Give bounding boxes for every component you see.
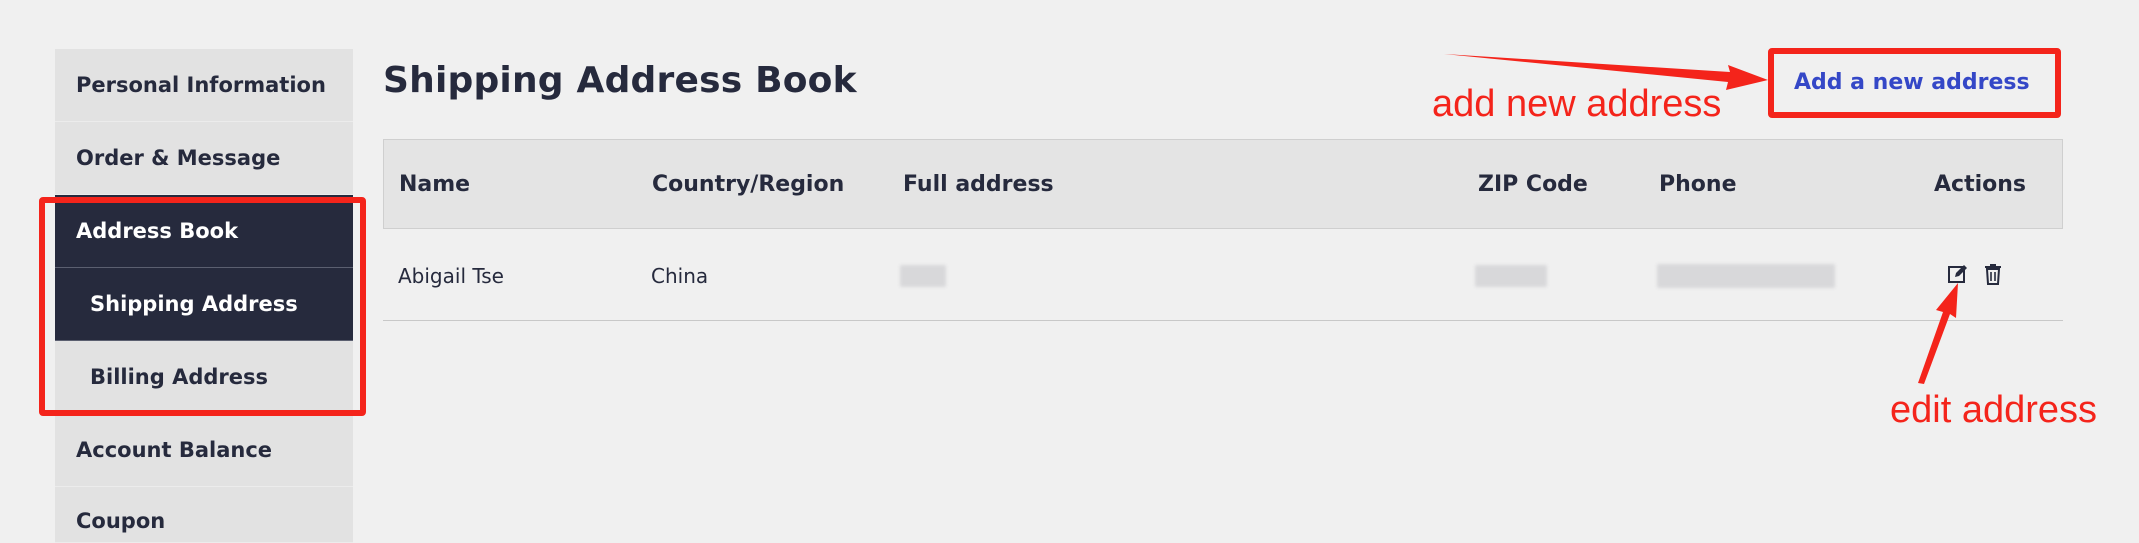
edit-address-annotation: edit address — [1890, 389, 2098, 431]
edit-address-arrow — [1918, 283, 1958, 384]
annotation-arrows — [1444, 54, 1958, 384]
add-new-address-annotation: add new address — [1432, 83, 1722, 125]
